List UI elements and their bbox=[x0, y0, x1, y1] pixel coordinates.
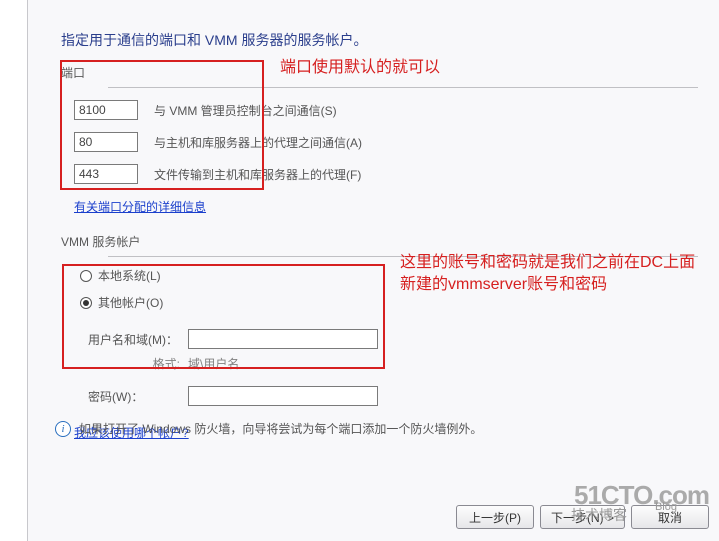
port-row-console: 与 VMM 管理员控制台之间通信(S) bbox=[74, 100, 716, 120]
divider bbox=[108, 256, 698, 257]
radio-icon bbox=[80, 270, 92, 282]
port-label-console: 与 VMM 管理员控制台之间通信(S) bbox=[154, 102, 337, 119]
format-hint-value: 域\用户名 bbox=[188, 355, 239, 372]
radio-other-account[interactable]: 其他帐户(O) bbox=[80, 294, 716, 311]
format-hint-row: 格式: 域\用户名 bbox=[88, 355, 716, 372]
radio-label-local: 本地系统(L) bbox=[98, 267, 161, 284]
wizard-content: 指定用于通信的端口和 VMM 服务器的服务帐户。 端口 与 VMM 管理员控制台… bbox=[36, 0, 716, 450]
port-group-label: 端口 bbox=[61, 64, 716, 81]
port-label-agent: 与主机和库服务器上的代理之间通信(A) bbox=[154, 134, 362, 151]
wizard-sidebar bbox=[0, 0, 28, 541]
username-row: 用户名和域(M)： bbox=[88, 329, 716, 349]
service-account-title: VMM 服务帐户 bbox=[61, 233, 716, 250]
service-account-section: VMM 服务帐户 本地系统(L) 其他帐户(O) 用户名和域(M)： 格式: 域… bbox=[36, 233, 716, 441]
divider bbox=[108, 87, 698, 88]
port-input-file[interactable] bbox=[74, 164, 138, 184]
port-input-agent[interactable] bbox=[74, 132, 138, 152]
password-label: 密码(W)： bbox=[88, 388, 188, 405]
firewall-hint-row: i 如果打开了 Windows 防火墙，向导将尝试为每个端口添加一个防火墙例外。 bbox=[55, 420, 482, 437]
port-input-console[interactable] bbox=[74, 100, 138, 120]
port-label-file: 文件传输到主机和库服务器上的代理(F) bbox=[154, 166, 361, 183]
vmm-config-dialog: 指定用于通信的端口和 VMM 服务器的服务帐户。 端口 与 VMM 管理员控制台… bbox=[0, 0, 719, 541]
password-row: 密码(W)： bbox=[88, 386, 716, 406]
format-hint-label: 格式: bbox=[88, 355, 188, 372]
watermark-small: 技术博客 bbox=[571, 505, 627, 525]
watermark-tiny1: Blog bbox=[655, 501, 677, 513]
port-help-link[interactable]: 有关端口分配的详细信息 bbox=[74, 198, 206, 215]
port-row-agent: 与主机和库服务器上的代理之间通信(A) bbox=[74, 132, 716, 152]
username-field[interactable] bbox=[188, 329, 378, 349]
firewall-hint-text: 如果打开了 Windows 防火墙，向导将尝试为每个端口添加一个防火墙例外。 bbox=[79, 420, 482, 437]
info-icon: i bbox=[55, 421, 71, 437]
back-button[interactable]: 上一步(P) bbox=[456, 505, 534, 529]
radio-label-other: 其他帐户(O) bbox=[98, 294, 163, 311]
username-label: 用户名和域(M)： bbox=[88, 331, 188, 348]
radio-local-system[interactable]: 本地系统(L) bbox=[80, 267, 716, 284]
radio-icon bbox=[80, 297, 92, 309]
page-title: 指定用于通信的端口和 VMM 服务器的服务帐户。 bbox=[61, 30, 716, 50]
port-row-file: 文件传输到主机和库服务器上的代理(F) bbox=[74, 164, 716, 184]
password-field[interactable] bbox=[188, 386, 378, 406]
